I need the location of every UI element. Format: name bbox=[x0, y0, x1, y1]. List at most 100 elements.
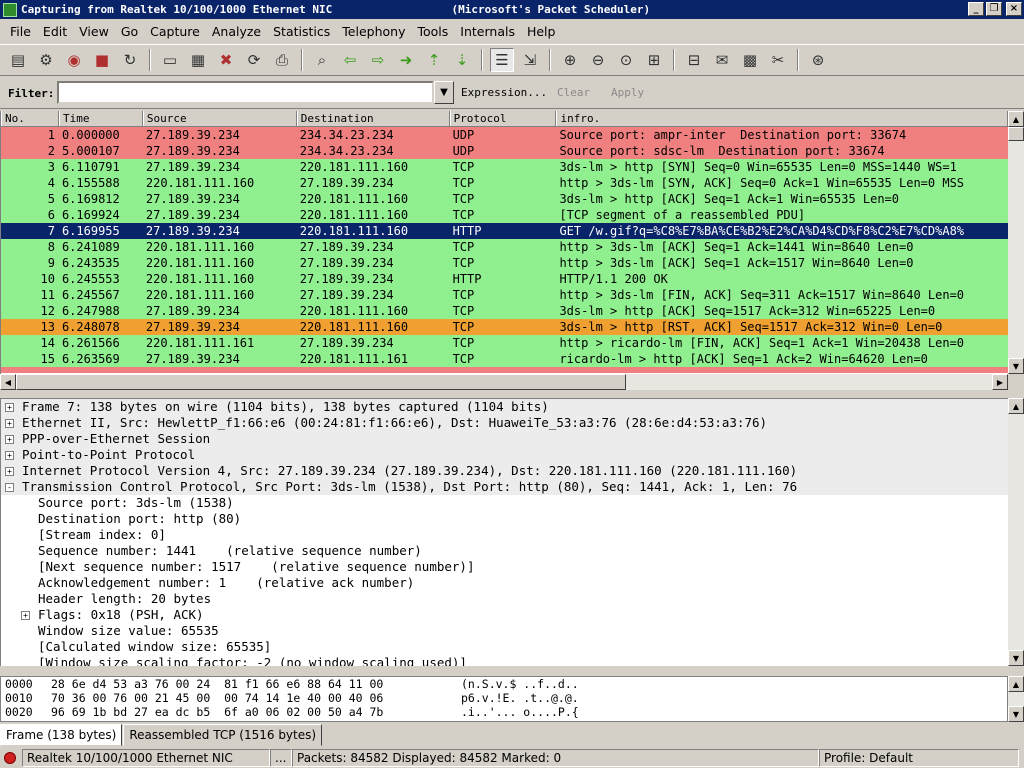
collapse-icon[interactable]: - bbox=[5, 482, 14, 492]
restart-capture-icon[interactable]: ↻ bbox=[118, 48, 142, 72]
packet-row[interactable]: 11 6.245567 220.181.111.160 27.189.39.234 TC… bbox=[1, 287, 1008, 303]
menu-statistics[interactable]: Statistics bbox=[267, 24, 336, 39]
autoscroll-icon[interactable]: ⇲ bbox=[518, 48, 542, 72]
packet-row[interactable]: 8 6.241089 220.181.111.160 27.189.39.234 TCP… bbox=[1, 239, 1008, 255]
scroll-right-icon[interactable]: ▶ bbox=[992, 374, 1008, 390]
expand-icon[interactable]: + bbox=[5, 434, 14, 444]
scroll-thumb[interactable] bbox=[1008, 127, 1024, 141]
scroll-left-icon[interactable]: ◀ bbox=[0, 374, 16, 390]
apply-button[interactable]: Apply bbox=[611, 86, 644, 99]
detail-row[interactable]: Sequence number: 1441 (relative sequence… bbox=[1, 543, 1008, 559]
detail-row[interactable]: + Flags: 0x18 (PSH, ACK) bbox=[1, 607, 1008, 623]
packet-row-partial[interactable] bbox=[1, 367, 1008, 373]
details-vscroll[interactable]: ▲ ▼ bbox=[1008, 398, 1024, 666]
scroll-down-icon[interactable]: ▼ bbox=[1008, 358, 1024, 374]
expression-button[interactable]: Expression... bbox=[461, 86, 547, 99]
status-profile[interactable]: Profile: Default bbox=[819, 749, 1019, 767]
hex-row[interactable]: 0010 70 36 00 76 00 21 45 00 00 74 14 1e … bbox=[1, 691, 1007, 705]
clear-button[interactable]: Clear bbox=[557, 86, 590, 99]
packet-list-hscroll[interactable]: ◀ ▶ bbox=[0, 374, 1008, 390]
menu-internals[interactable]: Internals bbox=[454, 24, 521, 39]
detail-row[interactable]: - Transmission Control Protocol, Src Port… bbox=[1, 479, 1008, 495]
packet-row[interactable]: 12 6.247988 27.189.39.234 220.181.111.160 TC… bbox=[1, 303, 1008, 319]
detail-row[interactable]: + Internet Protocol Version 4, Src: 27.18… bbox=[1, 463, 1008, 479]
detail-row[interactable]: [Window size scaling factor: -2 (no wind… bbox=[1, 655, 1008, 666]
packet-row[interactable]: 15 6.263569 27.189.39.234 220.181.111.161 TC… bbox=[1, 351, 1008, 367]
expand-icon[interactable]: + bbox=[21, 610, 30, 620]
packet-row[interactable]: 9 6.243535 220.181.111.160 27.189.39.234 TCP… bbox=[1, 255, 1008, 271]
detail-row[interactable]: Header length: 20 bytes bbox=[1, 591, 1008, 607]
menu-edit[interactable]: Edit bbox=[37, 24, 73, 39]
goto-icon[interactable]: ➜ bbox=[394, 48, 418, 72]
packet-row[interactable]: 5 6.169812 27.189.39.234 220.181.111.160 TCP… bbox=[1, 191, 1008, 207]
colorize-icon[interactable]: ☰ bbox=[490, 48, 514, 72]
start-capture-icon[interactable]: ◉ bbox=[62, 48, 86, 72]
open-file-icon[interactable]: ▭ bbox=[158, 48, 182, 72]
packet-row[interactable]: 7 6.169955 27.189.39.234 220.181.111.160 HTT… bbox=[1, 223, 1008, 239]
status-more[interactable]: ... bbox=[270, 749, 292, 767]
bytes-vscroll[interactable]: ▲ ▼ bbox=[1008, 676, 1024, 722]
filter-input[interactable] bbox=[57, 81, 434, 104]
column-header-source[interactable]: Source bbox=[142, 111, 297, 126]
reload-icon[interactable]: ⟳ bbox=[242, 48, 266, 72]
hex-row[interactable]: 0020 96 69 1b bd 27 ea dc b5 6f a0 06 02 … bbox=[1, 705, 1007, 719]
menu-analyze[interactable]: Analyze bbox=[206, 24, 267, 39]
detail-row[interactable]: Window size value: 65535 bbox=[1, 623, 1008, 639]
save-file-icon[interactable]: ▦ bbox=[186, 48, 210, 72]
packet-row[interactable]: 4 6.155588 220.181.111.160 27.189.39.234 TCP… bbox=[1, 175, 1008, 191]
capture-filters-icon[interactable]: ⊟ bbox=[682, 48, 706, 72]
coloring-rules-icon[interactable]: ▩ bbox=[738, 48, 762, 72]
column-header-time[interactable]: Time bbox=[58, 111, 143, 126]
tab-frame[interactable]: Frame (138 bytes) bbox=[0, 724, 123, 746]
detail-row[interactable]: [Stream index: 0] bbox=[1, 527, 1008, 543]
menu-help[interactable]: Help bbox=[521, 24, 562, 39]
scroll-down-icon[interactable]: ▼ bbox=[1008, 650, 1024, 666]
scroll-up-icon[interactable]: ▲ bbox=[1008, 111, 1024, 127]
zoom-in-icon[interactable]: ⊕ bbox=[558, 48, 582, 72]
first-packet-icon[interactable]: ⇡ bbox=[422, 48, 446, 72]
pane-splitter[interactable] bbox=[0, 390, 1024, 398]
capture-options-icon[interactable]: ⚙ bbox=[34, 48, 58, 72]
detail-row[interactable]: + Point-to-Point Protocol bbox=[1, 447, 1008, 463]
packet-row[interactable]: 1 0.000000 27.189.39.234 234.34.23.234 UDP So… bbox=[1, 127, 1008, 143]
scroll-up-icon[interactable]: ▲ bbox=[1008, 676, 1024, 692]
display-filters-icon[interactable]: ✉ bbox=[710, 48, 734, 72]
column-header-no[interactable]: No. bbox=[1, 111, 59, 126]
menu-view[interactable]: View bbox=[73, 24, 115, 39]
print-icon[interactable]: ⎙ bbox=[270, 48, 294, 72]
detail-row[interactable]: Source port: 3ds-lm (1538) bbox=[1, 495, 1008, 511]
packet-row[interactable]: 6 6.169924 27.189.39.234 220.181.111.160 TCP… bbox=[1, 207, 1008, 223]
packet-row[interactable]: 3 6.110791 27.189.39.234 220.181.111.160 TCP… bbox=[1, 159, 1008, 175]
tab-reassembled-tcp[interactable]: Reassembled TCP (1516 bytes) bbox=[123, 724, 323, 746]
menu-file[interactable]: File bbox=[4, 24, 37, 39]
detail-row[interactable]: Acknowledgement number: 1 (relative ack … bbox=[1, 575, 1008, 591]
menu-telephony[interactable]: Telephony bbox=[336, 24, 411, 39]
scroll-down-icon[interactable]: ▼ bbox=[1008, 706, 1024, 722]
detail-row[interactable]: + Frame 7: 138 bytes on wire (1104 bits),… bbox=[1, 399, 1008, 415]
detail-row[interactable]: + PPP-over-Ethernet Session bbox=[1, 431, 1008, 447]
column-header-destination[interactable]: Destination bbox=[296, 111, 450, 126]
close-file-icon[interactable]: ✖ bbox=[214, 48, 238, 72]
column-header-protocol[interactable]: Protocol bbox=[449, 111, 557, 126]
detail-row[interactable]: [Next sequence number: 1517 (relative se… bbox=[1, 559, 1008, 575]
menu-tools[interactable]: Tools bbox=[411, 24, 454, 39]
expand-icon[interactable]: + bbox=[5, 402, 14, 412]
scroll-up-icon[interactable]: ▲ bbox=[1008, 398, 1024, 414]
help-icon[interactable]: ⊛ bbox=[806, 48, 830, 72]
detail-row[interactable]: + Ethernet II, Src: HewlettP_f1:66:e6 (00… bbox=[1, 415, 1008, 431]
close-button[interactable]: × bbox=[1006, 2, 1022, 16]
hscroll-thumb[interactable] bbox=[16, 374, 626, 390]
list-interfaces-icon[interactable]: ▤ bbox=[6, 48, 30, 72]
normal-size-icon[interactable]: ⊙ bbox=[614, 48, 638, 72]
packet-list-vscroll[interactable]: ▲ ▼ bbox=[1008, 111, 1024, 374]
minimize-button[interactable]: _ bbox=[968, 2, 984, 16]
back-icon[interactable]: ⇦ bbox=[338, 48, 362, 72]
zoom-out-icon[interactable]: ⊖ bbox=[586, 48, 610, 72]
menu-go[interactable]: Go bbox=[115, 24, 144, 39]
menu-capture[interactable]: Capture bbox=[144, 24, 206, 39]
expand-icon[interactable]: + bbox=[5, 466, 14, 476]
packet-row[interactable]: 10 6.245553 220.181.111.160 27.189.39.234 HT… bbox=[1, 271, 1008, 287]
packet-row[interactable]: 2 5.000107 27.189.39.234 234.34.23.234 UDP So… bbox=[1, 143, 1008, 159]
pane-splitter[interactable] bbox=[0, 666, 1024, 676]
resize-columns-icon[interactable]: ⊞ bbox=[642, 48, 666, 72]
